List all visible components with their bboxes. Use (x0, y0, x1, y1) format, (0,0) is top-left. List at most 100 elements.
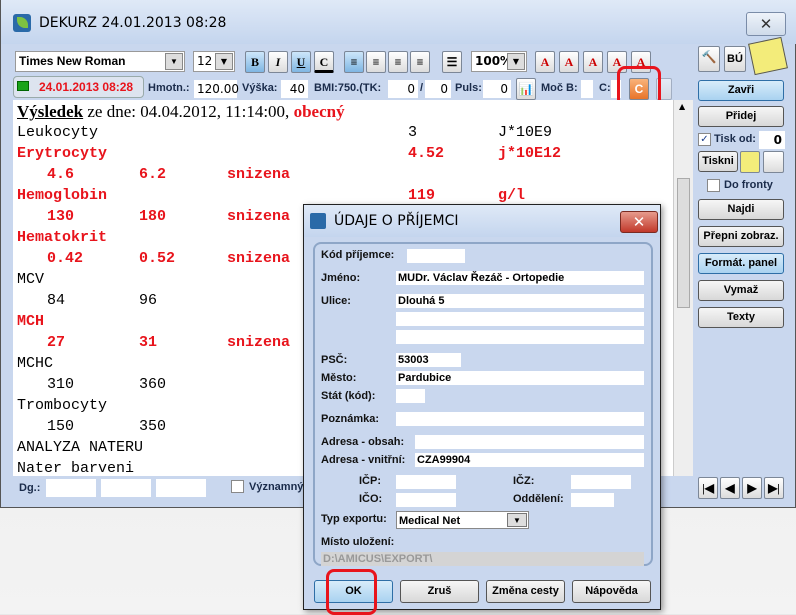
result-cell: g/l (498, 187, 526, 204)
misto-ulozeni-input: D:\AMICUS\EXPORT\ (321, 552, 644, 566)
dg-input-1[interactable] (46, 479, 96, 497)
oddeleni-label: Oddělení: (513, 493, 564, 505)
result-cell: MCH (17, 313, 45, 330)
style-a1-icon[interactable]: A (535, 51, 555, 73)
edit-pen-icon[interactable] (763, 151, 784, 173)
style-a3-icon[interactable]: A (583, 51, 603, 73)
result-cell: 360 (139, 376, 167, 393)
vyznamny-checkbox[interactable] (231, 480, 244, 493)
pridej-button[interactable]: Přidej (698, 106, 784, 127)
mesto-input[interactable]: Pardubice (396, 371, 644, 385)
pulse-input[interactable]: 0 (483, 80, 511, 98)
texty-button[interactable]: Texty (698, 307, 784, 328)
adresa-obsah-input[interactable] (415, 435, 644, 449)
align-right-icon[interactable]: ≡ (388, 51, 408, 73)
typ-exportu-value: Medical Net (399, 515, 461, 527)
dg-input-2[interactable] (101, 479, 151, 497)
unlock-icon[interactable] (17, 81, 29, 91)
zrus-button[interactable]: Zruš (400, 580, 479, 603)
icz-label: IČZ: (513, 475, 535, 487)
psc-input[interactable]: 53003 (396, 353, 461, 367)
icz-input[interactable] (571, 475, 631, 489)
align-center-icon[interactable]: ≡ (366, 51, 386, 73)
chevron-down-icon[interactable]: ▼ (507, 53, 525, 70)
adresa-vnitrni-input[interactable]: CZA99904 (415, 453, 644, 467)
result-cell: 31 (139, 334, 158, 351)
chart-icon[interactable]: 📊 (516, 78, 536, 100)
nav-first-icon[interactable]: |◀ (698, 477, 718, 499)
weight-input[interactable]: 120.00 (194, 80, 239, 98)
record-datetime: 24.01.2013 08:28 (39, 80, 134, 94)
height-input[interactable]: 40 (281, 80, 308, 98)
misto-ulozeni-label: Místo uložení: (321, 536, 395, 548)
chevron-down-icon[interactable]: ▼ (507, 513, 527, 527)
tiskni-button[interactable]: Tiskni (698, 151, 738, 172)
tisk-od-input[interactable]: 0 (759, 131, 785, 149)
scroll-up-icon[interactable]: ▲ (679, 102, 685, 111)
ico-label: IČO: (359, 493, 383, 505)
tk-separator: / (420, 82, 424, 94)
tisk-od-checkbox[interactable]: ✓ (698, 133, 711, 146)
style-a2-icon[interactable]: A (559, 51, 579, 73)
italic-button[interactable]: I (268, 51, 288, 73)
jmeno-input[interactable]: MUDr. Václav Řezáč - Ortopedie (396, 271, 644, 285)
lock-date: 24.01.2013 08:28 (13, 76, 144, 98)
heading-date: ze dne: 04.04.2012, 11:14:00, (83, 102, 294, 121)
close-button[interactable]: ✕ (746, 12, 786, 36)
nav-last-icon[interactable]: ▶| (764, 477, 784, 499)
zavri-button[interactable]: Zavři (698, 80, 784, 101)
align-left-icon[interactable]: ≡ (344, 51, 364, 73)
ico-input[interactable] (396, 493, 456, 507)
hammer-icon[interactable]: 🔨 (698, 46, 720, 72)
format-panel-button[interactable]: Formát. panel (698, 253, 784, 274)
jmeno-label: Jméno: (321, 272, 361, 284)
align-justify-icon[interactable]: ≡ (410, 51, 430, 73)
kod-input[interactable] (407, 249, 465, 263)
zmena-cesty-button[interactable]: Změna cesty (486, 580, 565, 603)
poznamka-label: Poznámka: (321, 413, 380, 425)
icp-input[interactable] (396, 475, 456, 489)
typ-exportu-select[interactable]: Medical Net ▼ (396, 511, 529, 529)
oddeleni-input[interactable] (571, 493, 614, 507)
stat-label: Stát (kód): (321, 390, 376, 402)
prepni-zobraz-button[interactable]: Přepni zobraz. (698, 226, 784, 247)
najdi-button[interactable]: Najdi (698, 199, 784, 220)
result-cell: Erytrocyty (17, 145, 108, 162)
notes-icon[interactable] (748, 36, 788, 76)
print-preview-icon[interactable] (740, 151, 760, 173)
scroll-thumb[interactable] (677, 178, 690, 308)
ulice-input-2[interactable] (396, 312, 644, 326)
height-label: Výška: (242, 82, 278, 94)
dialog-close-button[interactable]: ✕ (620, 211, 658, 233)
tk-systolic-input[interactable]: 0 (388, 80, 418, 98)
bu-button[interactable]: BÚ (724, 46, 746, 72)
stat-input[interactable] (396, 389, 425, 403)
chevron-down-icon[interactable]: ▼ (165, 53, 183, 70)
poznamka-input[interactable] (396, 412, 644, 426)
underline-button[interactable]: U (291, 51, 311, 73)
zoom-select[interactable]: 100% ▼ (471, 51, 527, 72)
urine-input[interactable] (581, 80, 593, 98)
ulice-input[interactable]: Dlouhá 5 (396, 294, 644, 308)
font-select[interactable]: Times New Roman ▼ (15, 51, 185, 72)
nav-prev-icon[interactable]: ◀ (720, 477, 740, 499)
result-cell: Leukocyty (17, 124, 99, 141)
bold-button[interactable]: B (245, 51, 265, 73)
do-fronty-label: Do fronty (724, 179, 773, 191)
result-cell: 350 (139, 418, 167, 435)
size-select[interactable]: 12 ▼ (193, 51, 235, 72)
text-color-button[interactable]: C (314, 51, 334, 73)
nav-next-icon[interactable]: ▶ (742, 477, 762, 499)
scrollbar[interactable]: ▲ (673, 100, 693, 476)
vymaz-button[interactable]: Vymaž (698, 280, 784, 301)
chevron-down-icon[interactable]: ▼ (215, 53, 233, 70)
psc-label: PSČ: (321, 354, 348, 366)
app-icon (310, 213, 326, 229)
napoveda-button[interactable]: Nápověda (572, 580, 651, 603)
bullet-list-icon[interactable]: ☰ (442, 51, 462, 73)
dg-input-3[interactable] (156, 479, 206, 497)
ulice-input-3[interactable] (396, 330, 644, 344)
c-label: C: (599, 82, 611, 94)
tk-diastolic-input[interactable]: 0 (425, 80, 451, 98)
do-fronty-checkbox[interactable] (707, 179, 720, 192)
